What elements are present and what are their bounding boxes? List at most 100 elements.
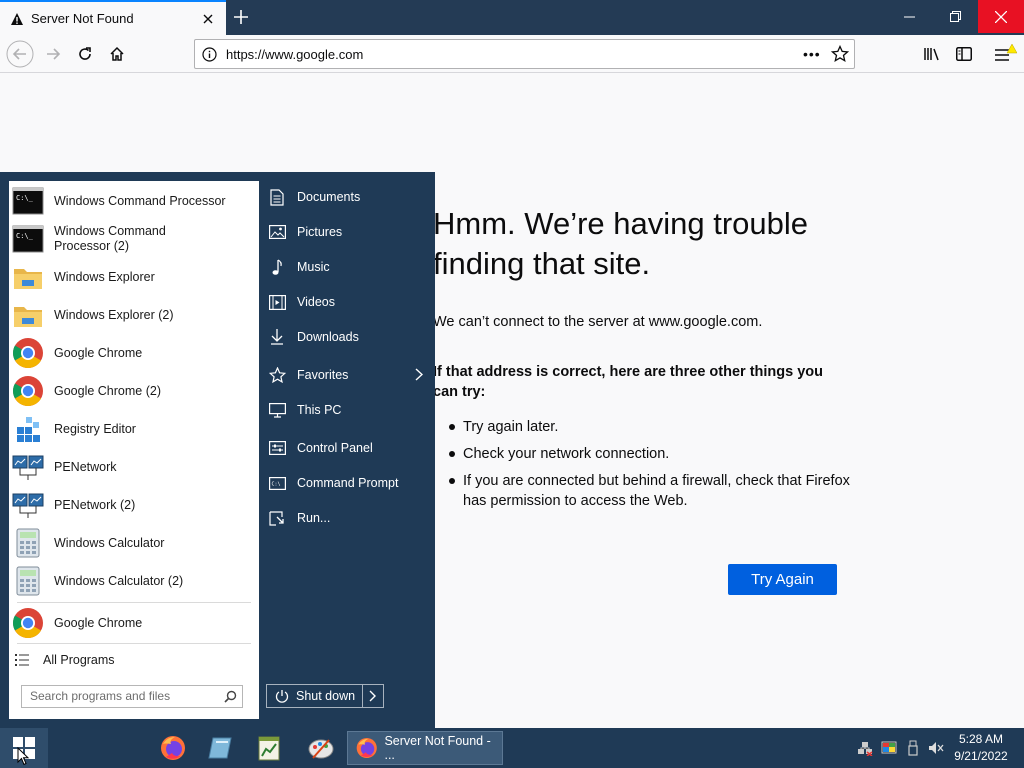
cmd-icon: C:\ bbox=[268, 476, 286, 490]
places-item-this-pc[interactable]: This PC bbox=[268, 397, 428, 423]
home-button[interactable] bbox=[103, 40, 131, 68]
places-item-music[interactable]: Music bbox=[268, 254, 428, 280]
firefox-icon bbox=[356, 737, 377, 759]
places-item-control-panel[interactable]: Control Panel bbox=[268, 435, 428, 461]
shutdown-button[interactable]: Shut down bbox=[266, 684, 384, 708]
file-manager-icon[interactable] bbox=[207, 734, 235, 762]
program-item-calculator[interactable]: Windows Calculator bbox=[9, 527, 259, 559]
calculator-icon bbox=[16, 566, 40, 596]
paint-icon[interactable] bbox=[307, 734, 335, 762]
back-button[interactable] bbox=[6, 40, 34, 68]
network-tray-icon[interactable] bbox=[857, 740, 873, 756]
sidebar-icon bbox=[956, 47, 972, 61]
start-menu-programs-panel: C:\_ Windows Command Processor C:\_ Wind… bbox=[9, 181, 259, 719]
firefox-icon[interactable] bbox=[159, 734, 187, 762]
pinned-item-chrome[interactable]: Google Chrome bbox=[9, 607, 259, 639]
library-icon bbox=[924, 48, 939, 61]
program-label: Windows Command Processor (2) bbox=[54, 224, 166, 253]
new-tab-button[interactable] bbox=[229, 5, 253, 29]
try-again-button[interactable]: Try Again bbox=[728, 564, 837, 595]
program-item-penetwork[interactable]: PENetwork bbox=[9, 451, 259, 483]
start-search-box[interactable] bbox=[21, 685, 243, 708]
chevron-right-icon bbox=[415, 368, 423, 381]
menu-button[interactable] bbox=[991, 40, 1019, 68]
clock-date: 9/21/2022 bbox=[954, 749, 1008, 763]
chevron-right-icon[interactable] bbox=[367, 690, 377, 702]
program-item-chrome-2[interactable]: Google Chrome (2) bbox=[9, 375, 259, 407]
address-bar[interactable]: https://www.google.com ••• bbox=[194, 39, 855, 69]
warning-icon bbox=[11, 12, 23, 25]
program-label: Windows Calculator bbox=[54, 535, 165, 550]
program-label: Google Chrome (2) bbox=[54, 383, 161, 398]
divider bbox=[17, 643, 251, 644]
page-actions-icon[interactable]: ••• bbox=[803, 46, 821, 62]
display-tray-icon[interactable] bbox=[881, 740, 897, 756]
program-item-explorer-2[interactable]: Windows Explorer (2) bbox=[9, 299, 259, 331]
places-item-favorites[interactable]: Favorites bbox=[268, 362, 428, 388]
search-icon bbox=[224, 690, 237, 703]
tab-close-icon[interactable] bbox=[198, 9, 218, 29]
taskbar-window-firefox[interactable]: Server Not Found - ... bbox=[347, 731, 503, 765]
close-icon bbox=[995, 10, 1007, 23]
restore-button[interactable] bbox=[932, 0, 978, 33]
places-label: Control Panel bbox=[297, 441, 373, 455]
cmd-icon: C:\_ bbox=[12, 225, 44, 253]
suggestion-item: Try again later. bbox=[449, 417, 853, 437]
forward-button[interactable] bbox=[39, 40, 67, 68]
run-icon bbox=[269, 510, 284, 526]
browser-tab[interactable]: Server Not Found bbox=[0, 0, 226, 35]
svg-text:C:\: C:\ bbox=[271, 481, 280, 487]
error-description: We can’t connect to the server at www.go… bbox=[433, 314, 763, 330]
taskbar-window-label: Server Not Found - ... bbox=[384, 734, 491, 762]
places-item-videos[interactable]: Videos bbox=[268, 289, 428, 315]
program-item-registry[interactable]: Registry Editor bbox=[9, 413, 259, 445]
back-arrow-icon bbox=[6, 40, 34, 68]
notepad-chart-icon[interactable] bbox=[255, 734, 283, 762]
plus-icon bbox=[234, 10, 248, 24]
program-item-penetwork-2[interactable]: PENetwork (2) bbox=[9, 489, 259, 521]
minimize-button[interactable] bbox=[886, 0, 932, 33]
places-item-downloads[interactable]: Downloads bbox=[268, 324, 428, 350]
system-clock[interactable]: 5:28 AM 9/21/2022 bbox=[950, 731, 1012, 765]
tab-bar: Server Not Found bbox=[0, 0, 1024, 35]
sidebar-button[interactable] bbox=[950, 40, 978, 68]
power-icon bbox=[275, 690, 289, 703]
places-label: Documents bbox=[297, 190, 361, 204]
places-label: This PC bbox=[297, 403, 342, 417]
close-window-button[interactable] bbox=[978, 0, 1024, 33]
site-info-icon[interactable] bbox=[202, 47, 217, 62]
places-item-command-prompt[interactable]: C:\ Command Prompt bbox=[268, 470, 428, 496]
navigation-toolbar: https://www.google.com ••• bbox=[0, 35, 1024, 73]
reload-button[interactable] bbox=[71, 40, 99, 68]
network-icon bbox=[12, 493, 44, 518]
library-button[interactable] bbox=[918, 40, 946, 68]
places-item-run[interactable]: Run... bbox=[268, 505, 428, 531]
folder-icon bbox=[14, 307, 42, 327]
program-item-explorer[interactable]: Windows Explorer bbox=[9, 261, 259, 293]
reload-icon bbox=[79, 47, 91, 60]
all-programs-item[interactable]: All Programs bbox=[9, 648, 259, 672]
network-icon bbox=[12, 455, 44, 480]
suggestion-item: Check your network connection. bbox=[449, 444, 853, 464]
program-label: Windows Calculator (2) bbox=[54, 573, 184, 588]
places-item-pictures[interactable]: Pictures bbox=[268, 219, 428, 245]
places-label: Music bbox=[297, 260, 330, 274]
search-input[interactable] bbox=[30, 689, 210, 703]
places-item-documents[interactable]: Documents bbox=[268, 184, 428, 210]
volume-muted-icon[interactable] bbox=[928, 740, 944, 756]
program-label: Google Chrome bbox=[54, 615, 143, 630]
program-item-cmd[interactable]: C:\_ Windows Command Processor bbox=[9, 185, 259, 217]
bookmark-star-icon[interactable] bbox=[831, 45, 849, 63]
suggestion-list: Try again later. Check your network conn… bbox=[449, 417, 853, 518]
places-label: Command Prompt bbox=[297, 476, 399, 490]
url-text[interactable]: https://www.google.com bbox=[226, 47, 363, 62]
usb-tray-icon[interactable] bbox=[905, 740, 921, 756]
videos-icon bbox=[268, 294, 286, 310]
places-label: Pictures bbox=[297, 225, 343, 239]
places-label: Run... bbox=[297, 511, 331, 525]
program-item-chrome[interactable]: Google Chrome bbox=[9, 337, 259, 369]
program-item-cmd-2[interactable]: C:\_ Windows Command Processor (2) bbox=[9, 221, 259, 257]
downloads-icon bbox=[271, 329, 283, 345]
all-programs-label: All Programs bbox=[43, 652, 115, 667]
program-item-calculator-2[interactable]: Windows Calculator (2) bbox=[9, 565, 259, 597]
